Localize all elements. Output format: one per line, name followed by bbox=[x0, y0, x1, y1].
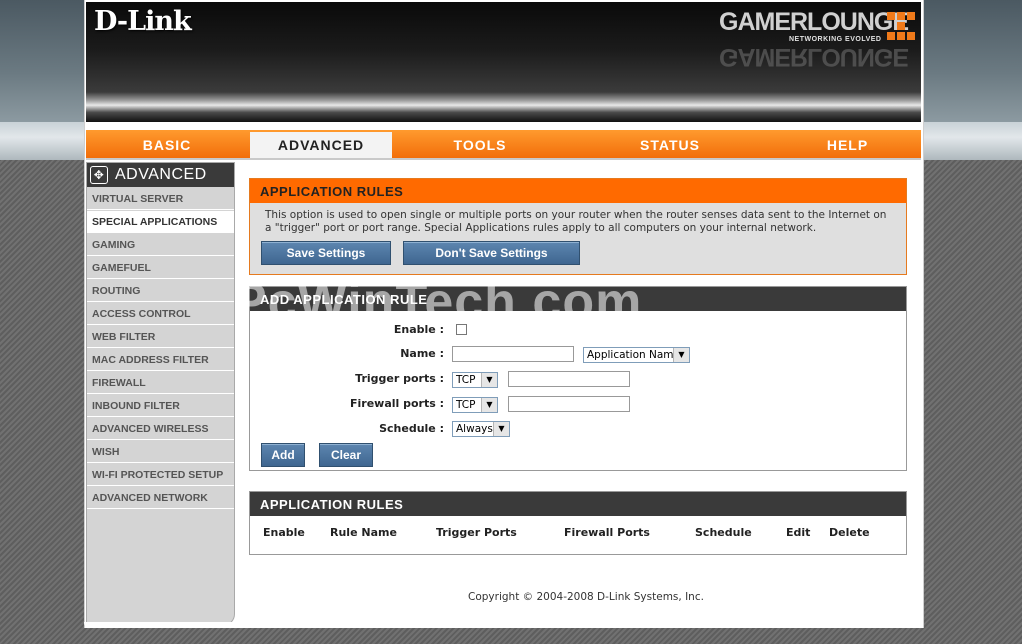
trigger-ports-input[interactable] bbox=[508, 371, 630, 387]
sidebar-item-gamefuel[interactable]: GAMEFUEL bbox=[87, 257, 234, 279]
schedule-select[interactable]: Always ▼ bbox=[452, 421, 510, 437]
enable-label: Enable : bbox=[393, 323, 444, 336]
trigger-ports-label: Trigger ports : bbox=[355, 372, 444, 385]
intro-description: This option is used to open single or mu… bbox=[265, 209, 887, 234]
clear-button[interactable]: Clear bbox=[319, 443, 373, 467]
firewall-ports-label: Firewall ports : bbox=[349, 397, 444, 410]
column-header-firewall-ports: Firewall Ports bbox=[564, 526, 650, 539]
schedule-label: Schedule : bbox=[379, 422, 444, 435]
rules-table-title: APPLICATION RULES bbox=[250, 492, 906, 516]
column-header-rule-name: Rule Name bbox=[330, 526, 397, 539]
sidebar-item-web-filter[interactable]: WEB FILTER bbox=[87, 326, 234, 348]
application-name-select[interactable]: Application Name ▼ bbox=[583, 347, 690, 363]
sidebar-item-advanced-wireless[interactable]: ADVANCED WIRELESS bbox=[87, 418, 234, 440]
trigger-protocol-value: TCP bbox=[456, 374, 476, 386]
sidebar-item-routing[interactable]: ROUTING bbox=[87, 280, 234, 302]
enable-checkbox[interactable] bbox=[456, 324, 467, 335]
sidebar-item-special-applications[interactable]: SPECIAL APPLICATIONS bbox=[87, 211, 234, 233]
column-header-schedule: Schedule bbox=[695, 526, 752, 539]
sidebar-item-advanced-network[interactable]: ADVANCED NETWORK bbox=[87, 487, 234, 509]
sidebar-item-inbound-filter[interactable]: INBOUND FILTER bbox=[87, 395, 234, 417]
name-input[interactable] bbox=[452, 346, 574, 362]
tab-advanced[interactable]: ADVANCED bbox=[250, 132, 392, 158]
dlink-logo: D-Link bbox=[94, 6, 192, 37]
tab-basic[interactable]: BASIC bbox=[86, 130, 248, 158]
trigger-protocol-select[interactable]: TCP ▼ bbox=[452, 372, 498, 388]
sidebar-item-mac-address-filter[interactable]: MAC ADDRESS FILTER bbox=[87, 349, 234, 371]
column-header-enable: Enable bbox=[263, 526, 305, 539]
chevron-down-icon: ▼ bbox=[493, 422, 509, 436]
application-name-select-value: Application Name bbox=[587, 349, 680, 361]
chevron-down-icon: ▼ bbox=[673, 348, 689, 362]
column-header-edit: Edit bbox=[786, 526, 811, 539]
main-nav: BASIC ADVANCED TOOLS STATUS HELP bbox=[86, 130, 921, 158]
copyright-text: Copyright © 2004-2008 D-Link Systems, In… bbox=[468, 591, 704, 603]
save-settings-button[interactable]: Save Settings bbox=[261, 241, 391, 265]
nav-divider bbox=[86, 158, 921, 160]
tab-status[interactable]: STATUS bbox=[568, 130, 772, 158]
firewall-protocol-select[interactable]: TCP ▼ bbox=[452, 397, 498, 413]
gamerlounge-logo: GAMERLOUNGE NETWORKING EVOLVED GAMERLOUN… bbox=[719, 8, 919, 78]
sidebar-item-access-control[interactable]: ACCESS CONTROL bbox=[87, 303, 234, 325]
intro-panel: APPLICATION RULES This option is used to… bbox=[249, 178, 907, 275]
brand-reflection: GAMERLOUNGE bbox=[719, 43, 908, 71]
sidebar-item-wish[interactable]: WISH bbox=[87, 441, 234, 463]
sidebar-title: ADVANCED bbox=[115, 166, 207, 183]
sidebar-item-wifi-protected-setup[interactable]: WI-FI PROTECTED SETUP bbox=[87, 464, 234, 486]
page-frame-bottom bbox=[84, 622, 922, 628]
chevron-down-icon: ▼ bbox=[481, 373, 497, 387]
add-button[interactable]: Add bbox=[261, 443, 305, 467]
sidebar-item-virtual-server[interactable]: VIRTUAL SERVER bbox=[87, 188, 234, 210]
sidebar-item-firewall[interactable]: FIREWALL bbox=[87, 372, 234, 394]
add-rule-title: ADD APPLICATION RULE bbox=[250, 287, 906, 311]
firewall-ports-input[interactable] bbox=[508, 396, 630, 412]
advanced-icon: ✥ bbox=[90, 166, 108, 184]
rules-table-panel: APPLICATION RULES Enable Rule Name Trigg… bbox=[249, 491, 907, 555]
column-header-trigger-ports: Trigger Ports bbox=[436, 526, 517, 539]
schedule-value: Always bbox=[456, 423, 493, 435]
intro-title: APPLICATION RULES bbox=[250, 179, 906, 203]
name-label: Name : bbox=[400, 347, 444, 360]
column-header-delete: Delete bbox=[829, 526, 870, 539]
sidebar-item-gaming[interactable]: GAMING bbox=[87, 234, 234, 256]
brand-mark-icon bbox=[887, 12, 915, 48]
chevron-down-icon: ▼ bbox=[481, 398, 497, 412]
tab-tools[interactable]: TOOLS bbox=[394, 130, 566, 158]
firewall-protocol-value: TCP bbox=[456, 399, 476, 411]
tab-help[interactable]: HELP bbox=[774, 130, 921, 158]
sidebar-header: ✥ ADVANCED bbox=[87, 163, 234, 187]
brand-product: GAMERLOUNGE bbox=[719, 8, 909, 36]
add-rule-panel: ADD APPLICATION RULE Enable : Name : App… bbox=[249, 286, 907, 471]
dont-save-settings-button[interactable]: Don't Save Settings bbox=[403, 241, 580, 265]
sidebar: ✥ ADVANCED VIRTUAL SERVER SPECIAL APPLIC… bbox=[86, 162, 235, 626]
